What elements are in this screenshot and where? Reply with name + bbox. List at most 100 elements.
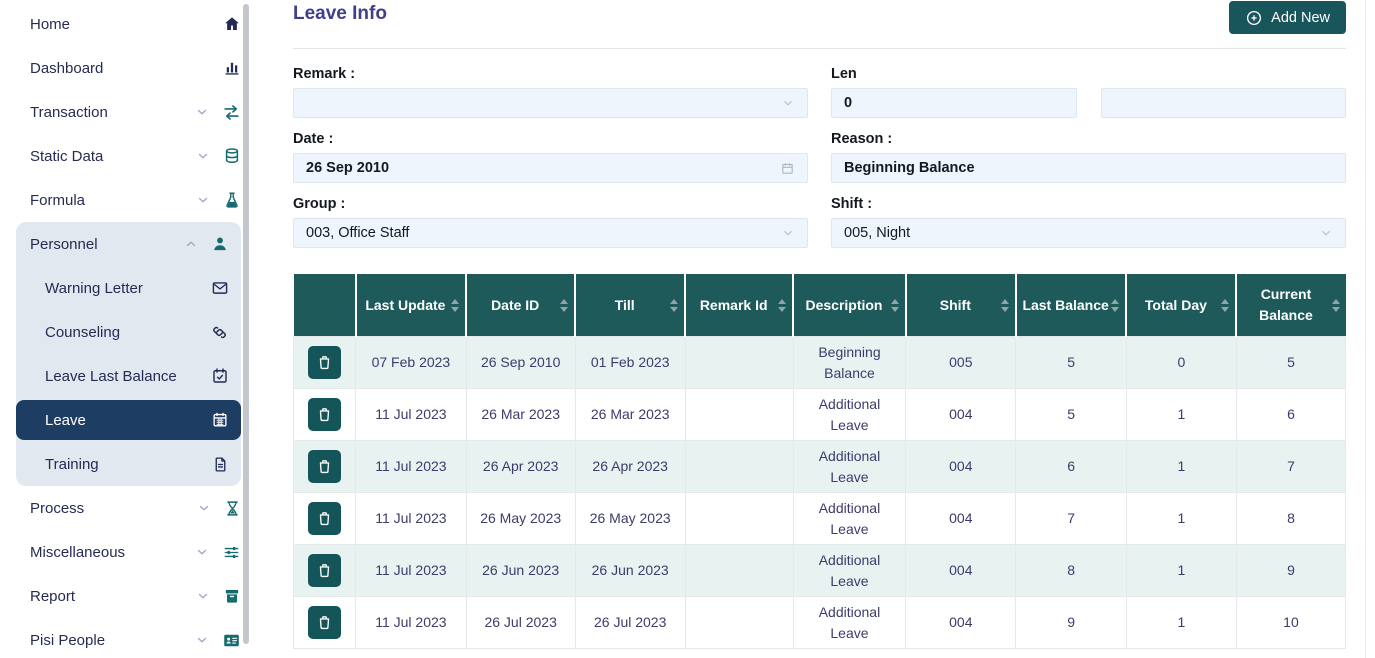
table-cell bbox=[685, 545, 793, 597]
app-window: HomeDashboard Transaction Static DataFormu… bbox=[0, 0, 1375, 658]
table-cell: 6 bbox=[1016, 441, 1127, 493]
sidebar-item-counseling[interactable]: Counseling bbox=[16, 310, 241, 354]
table-cell: 005 bbox=[906, 337, 1016, 389]
table-cell: Beginning Balance bbox=[793, 337, 906, 389]
sidebar-item-warning-letter[interactable]: Warning Letter bbox=[16, 266, 241, 310]
column-header-till[interactable]: Till bbox=[575, 274, 685, 337]
sidebar-item-leave[interactable]: Leave bbox=[16, 400, 241, 440]
sort-icon[interactable] bbox=[450, 299, 460, 312]
sidebar-item-formula[interactable]: Formula bbox=[0, 178, 255, 222]
trash-icon bbox=[316, 406, 333, 423]
group-select[interactable]: 003, Office Staff bbox=[293, 218, 808, 248]
main-content: Leave Info Add New Remark : bbox=[255, 0, 1375, 658]
column-header-remark-id[interactable]: Remark Id bbox=[685, 274, 793, 337]
column-label: Date ID bbox=[472, 295, 558, 316]
sidebar-item-process[interactable]: Process bbox=[0, 486, 255, 530]
actions-column-header bbox=[294, 274, 356, 337]
table-cell: 26 Mar 2023 bbox=[466, 389, 575, 441]
sidebar-item-leave-last-balance[interactable]: Leave Last Balance bbox=[16, 354, 241, 398]
reason-label: Reason : bbox=[831, 131, 1346, 147]
sort-icon[interactable] bbox=[1110, 299, 1120, 312]
actions-cell bbox=[294, 389, 356, 441]
table-cell: 26 May 2023 bbox=[575, 493, 685, 545]
sort-icon[interactable] bbox=[1220, 299, 1230, 312]
table-cell: 5 bbox=[1016, 337, 1127, 389]
sort-icon[interactable] bbox=[669, 299, 679, 312]
chevron-down-icon bbox=[197, 501, 211, 515]
add-new-label: Add New bbox=[1271, 10, 1330, 26]
leave-table: Last UpdateDate ID Till Remark Id Descripti… bbox=[293, 274, 1346, 649]
table-cell: 11 Jul 2023 bbox=[356, 389, 467, 441]
date-value: 26 Sep 2010 bbox=[306, 160, 780, 176]
chevron-down-icon bbox=[195, 633, 209, 647]
table-row: 07 Feb 202326 Sep 201001 Feb 2023Beginni… bbox=[294, 337, 1346, 389]
sidebar-item-personnel[interactable]: Personnel bbox=[16, 222, 241, 266]
table-cell: 26 Jul 2023 bbox=[575, 597, 685, 649]
sidebar-item-label: Process bbox=[30, 500, 84, 517]
remark-select[interactable] bbox=[293, 88, 808, 118]
chevron-down-icon bbox=[781, 96, 795, 110]
sidebar-item-dashboard[interactable]: Dashboard bbox=[0, 46, 255, 90]
column-header-date-id[interactable]: Date ID bbox=[466, 274, 575, 337]
table-cell: Additional Leave bbox=[793, 389, 906, 441]
table-row: 11 Jul 202326 Jul 202326 Jul 2023Additio… bbox=[294, 597, 1346, 649]
column-label: Last Balance bbox=[1022, 295, 1110, 316]
chevron-down-icon bbox=[196, 193, 210, 207]
reason-input[interactable]: Beginning Balance bbox=[831, 153, 1346, 183]
delete-row-button[interactable] bbox=[308, 450, 341, 483]
flask-icon bbox=[223, 191, 241, 209]
sidebar-scrollbar[interactable] bbox=[243, 4, 249, 644]
sort-icon[interactable] bbox=[777, 299, 787, 312]
sort-icon[interactable] bbox=[890, 299, 900, 312]
sidebar-item-report[interactable]: Report bbox=[0, 574, 255, 618]
actions-cell bbox=[294, 493, 356, 545]
column-header-shift[interactable]: Shift bbox=[906, 274, 1016, 337]
sidebar-item-pisi-people[interactable]: Pisi People bbox=[0, 618, 255, 658]
delete-row-button[interactable] bbox=[308, 346, 341, 379]
sidebar-item-label: Training bbox=[45, 456, 99, 473]
sort-icon[interactable] bbox=[559, 299, 569, 312]
leave-form: Remark : Date : 26 Sep 2010 bbox=[293, 66, 1346, 261]
column-header-total-day[interactable]: Total Day bbox=[1126, 274, 1236, 337]
column-header-current-balance[interactable]: Current Balance bbox=[1236, 274, 1345, 337]
date-input[interactable]: 26 Sep 2010 bbox=[293, 153, 808, 183]
table-cell: 1 bbox=[1126, 389, 1236, 441]
table-cell: 26 Jun 2023 bbox=[575, 545, 685, 597]
column-label: Remark Id bbox=[691, 295, 776, 316]
table-cell: 26 Apr 2023 bbox=[575, 441, 685, 493]
sidebar-item-miscellaneous[interactable]: Miscellaneous bbox=[0, 530, 255, 574]
table-cell: Additional Leave bbox=[793, 597, 906, 649]
extra-input[interactable] bbox=[1101, 88, 1347, 118]
column-header-last-balance[interactable]: Last Balance bbox=[1016, 274, 1127, 337]
delete-row-button[interactable] bbox=[308, 502, 341, 535]
table-cell: 10 bbox=[1236, 597, 1345, 649]
actions-cell bbox=[294, 597, 356, 649]
sort-icon[interactable] bbox=[1331, 299, 1341, 312]
delete-row-button[interactable] bbox=[308, 554, 341, 587]
sidebar-item-training[interactable]: Training bbox=[16, 442, 241, 486]
table-cell: 26 Apr 2023 bbox=[466, 441, 575, 493]
delete-row-button[interactable] bbox=[308, 606, 341, 639]
sort-icon[interactable] bbox=[1000, 299, 1010, 312]
table-cell: 9 bbox=[1236, 545, 1345, 597]
table-cell: 0 bbox=[1126, 337, 1236, 389]
sidebar-item-static-data[interactable]: Static Data bbox=[0, 134, 255, 178]
table-cell bbox=[685, 493, 793, 545]
remark-label: Remark : bbox=[293, 66, 808, 82]
table-cell: Additional Leave bbox=[793, 545, 906, 597]
column-header-last-update[interactable]: Last Update bbox=[356, 274, 467, 337]
shift-select[interactable]: 005, Night bbox=[831, 218, 1346, 248]
header-divider bbox=[293, 48, 1346, 49]
delete-row-button[interactable] bbox=[308, 398, 341, 431]
sidebar-item-label: Transaction bbox=[30, 104, 108, 121]
calendar-small-icon bbox=[780, 161, 795, 176]
column-header-description[interactable]: Description bbox=[793, 274, 906, 337]
table-cell bbox=[685, 337, 793, 389]
table-cell: 26 Jun 2023 bbox=[466, 545, 575, 597]
sidebar-item-label: Report bbox=[30, 588, 75, 605]
len-input[interactable]: 0 bbox=[831, 88, 1077, 118]
sidebar-item-transaction[interactable]: Transaction bbox=[0, 90, 255, 134]
group-value: 003, Office Staff bbox=[306, 225, 781, 241]
add-new-button[interactable]: Add New bbox=[1229, 1, 1346, 34]
sidebar-item-home[interactable]: Home bbox=[0, 2, 255, 46]
